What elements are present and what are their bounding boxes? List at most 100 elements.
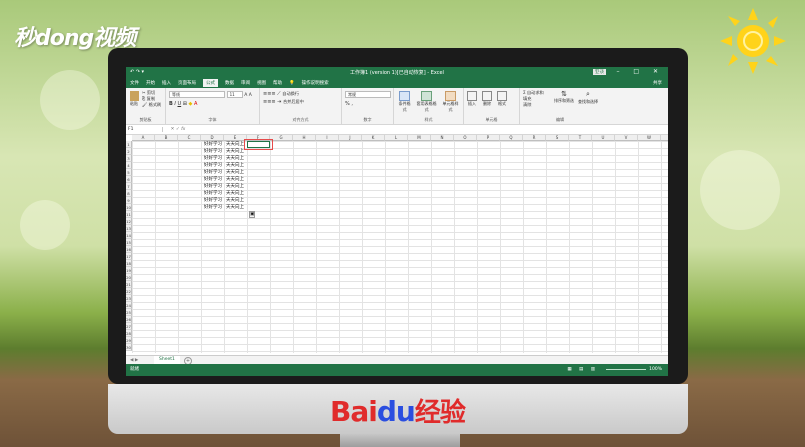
cell-e[interactable]: 天天向上 bbox=[226, 197, 244, 204]
row-header[interactable]: 26 bbox=[126, 316, 132, 323]
tab-insert[interactable]: 插入 bbox=[162, 80, 171, 86]
clear-button[interactable]: 清除 bbox=[523, 102, 544, 108]
column-header[interactable]: J bbox=[339, 135, 362, 141]
formula-input[interactable] bbox=[193, 126, 668, 133]
tab-data[interactable]: 数据 bbox=[225, 80, 234, 86]
row-header[interactable]: 10 bbox=[126, 204, 132, 211]
column-header[interactable]: C bbox=[178, 135, 201, 141]
column-header[interactable]: W bbox=[638, 135, 661, 141]
column-header[interactable]: M bbox=[408, 135, 431, 141]
align-left-icon[interactable]: ≡≡≡ bbox=[263, 99, 276, 105]
row-header[interactable]: 1 bbox=[126, 141, 132, 148]
row-header[interactable]: 20 bbox=[126, 274, 132, 281]
cell-e[interactable]: 天天向上 bbox=[226, 155, 244, 162]
row-header[interactable]: 4 bbox=[126, 162, 132, 169]
tab-page-layout[interactable]: 页面布局 bbox=[178, 80, 196, 86]
find-select-button[interactable]: ⌕ 查找和选择 bbox=[578, 90, 598, 105]
font-size-select[interactable]: 11 bbox=[226, 91, 243, 98]
quick-fill-options-icon[interactable]: ▣ bbox=[249, 211, 256, 218]
row-header[interactable]: 6 bbox=[126, 176, 132, 183]
column-header[interactable]: I bbox=[316, 135, 339, 141]
cell-e[interactable]: 天天向上 bbox=[226, 169, 244, 176]
tab-help[interactable]: 帮助 bbox=[273, 80, 282, 86]
format-cells-button[interactable]: 格式 bbox=[497, 91, 507, 107]
tab-formulas[interactable]: 公式 bbox=[203, 79, 218, 87]
row-header[interactable]: 11 bbox=[126, 211, 132, 218]
column-header[interactable]: X bbox=[661, 135, 668, 141]
column-header[interactable]: N bbox=[431, 135, 454, 141]
font-grow-icon[interactable]: A A bbox=[244, 93, 252, 98]
column-header[interactable]: K bbox=[362, 135, 385, 141]
column-header[interactable]: O bbox=[454, 135, 477, 141]
column-header[interactable]: A bbox=[132, 135, 155, 141]
row-header[interactable]: 14 bbox=[126, 232, 132, 239]
align-top-icon[interactable]: ≡≡≡ bbox=[263, 91, 276, 97]
row-header[interactable]: 25 bbox=[126, 309, 132, 316]
cell-d[interactable]: 好好学习 bbox=[204, 176, 222, 183]
cell-styles-button[interactable]: 单元格样式 bbox=[441, 91, 460, 113]
cell-d[interactable]: 好好学习 bbox=[204, 204, 222, 211]
font-name-select[interactable]: 等线 bbox=[169, 91, 225, 98]
tab-file[interactable]: 文件 bbox=[130, 80, 139, 86]
view-buttons[interactable]: ▦ ▤ ▥ bbox=[567, 364, 598, 376]
tab-home[interactable]: 开始 bbox=[146, 80, 155, 86]
orientation-icon[interactable]: ⟋ bbox=[277, 91, 281, 97]
column-header[interactable]: U bbox=[592, 135, 615, 141]
merge-center-button[interactable]: 合并后居中 bbox=[283, 99, 304, 104]
row-header[interactable]: 27 bbox=[126, 323, 132, 330]
cell-d[interactable]: 好好学习 bbox=[204, 169, 222, 176]
sort-filter-button[interactable]: ⇅ 排序和筛选 bbox=[554, 90, 574, 105]
row-header[interactable]: 17 bbox=[126, 253, 132, 260]
column-header[interactable]: B bbox=[155, 135, 178, 141]
indent-icon[interactable]: ⇥ bbox=[277, 99, 281, 105]
row-header[interactable]: 24 bbox=[126, 302, 132, 309]
cell-e[interactable]: 天天向上 bbox=[226, 204, 244, 211]
row-header[interactable]: 21 bbox=[126, 281, 132, 288]
column-header[interactable]: V bbox=[615, 135, 638, 141]
paste-button[interactable]: 粘贴 bbox=[129, 91, 139, 107]
tab-view[interactable]: 视图 bbox=[257, 80, 266, 86]
number-format-select[interactable]: 常规 bbox=[345, 91, 391, 98]
cell-d[interactable]: 好好学习 bbox=[204, 197, 222, 204]
format-painter-button[interactable]: 🖌 格式刷 bbox=[142, 102, 161, 108]
row-header[interactable]: 16 bbox=[126, 246, 132, 253]
row-header[interactable]: 29 bbox=[126, 337, 132, 344]
row-header[interactable]: 19 bbox=[126, 267, 132, 274]
row-header[interactable]: 2 bbox=[126, 148, 132, 155]
column-header[interactable]: H bbox=[293, 135, 316, 141]
insert-cells-button[interactable]: 插入 bbox=[467, 91, 477, 107]
column-header[interactable]: R bbox=[523, 135, 546, 141]
format-as-table-button[interactable]: 套用表格格式 bbox=[415, 91, 438, 113]
tell-me-search[interactable]: 操作说明搜索 bbox=[302, 80, 329, 86]
row-header[interactable]: 7 bbox=[126, 183, 132, 190]
underline-button[interactable]: U bbox=[177, 101, 181, 107]
row-header[interactable]: 3 bbox=[126, 155, 132, 162]
border-icon[interactable]: ⊞ bbox=[183, 101, 187, 107]
cell-e[interactable]: 天天向上 bbox=[226, 148, 244, 155]
italic-button[interactable]: I bbox=[174, 101, 175, 107]
wrap-text-button[interactable]: 自动换行 bbox=[282, 91, 299, 96]
row-header[interactable]: 30 bbox=[126, 344, 132, 351]
bold-button[interactable]: B bbox=[169, 101, 173, 107]
row-header[interactable]: 9 bbox=[126, 197, 132, 204]
column-header[interactable]: T bbox=[569, 135, 592, 141]
conditional-format-button[interactable]: 条件格式 bbox=[397, 91, 412, 113]
column-header[interactable]: Q bbox=[500, 135, 523, 141]
row-header[interactable]: 28 bbox=[126, 330, 132, 337]
cell-d[interactable]: 好好学习 bbox=[204, 183, 222, 190]
fill-color-icon[interactable]: ◆ bbox=[189, 101, 193, 107]
column-header[interactable]: S bbox=[546, 135, 569, 141]
cell-d[interactable]: 好好学习 bbox=[204, 190, 222, 197]
percent-style-button[interactable]: % , bbox=[345, 101, 390, 107]
cell-d[interactable]: 好好学习 bbox=[204, 155, 222, 162]
cell-d[interactable]: 好好学习 bbox=[204, 141, 222, 148]
font-color-icon[interactable]: A bbox=[194, 101, 197, 107]
cell-e[interactable]: 天天向上 bbox=[226, 183, 244, 190]
row-header[interactable]: 12 bbox=[126, 218, 132, 225]
row-header[interactable]: 5 bbox=[126, 169, 132, 176]
row-header[interactable]: 22 bbox=[126, 288, 132, 295]
fx-icon[interactable]: ✕ ✓ fx bbox=[163, 127, 193, 132]
share-button[interactable]: 共享 bbox=[653, 80, 662, 86]
cell-e[interactable]: 天天向上 bbox=[226, 176, 244, 183]
row-header[interactable]: 23 bbox=[126, 295, 132, 302]
